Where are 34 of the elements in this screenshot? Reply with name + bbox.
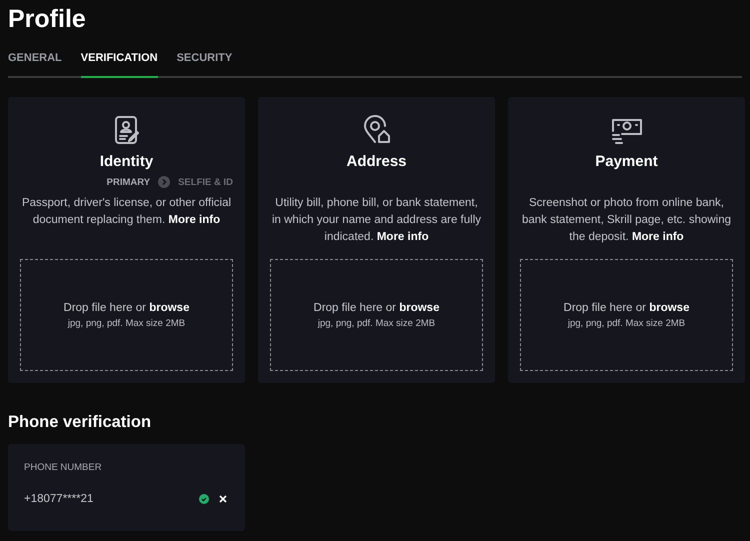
card-title: Identity: [100, 153, 154, 170]
tab[interactable]: SECURITY: [176, 46, 232, 78]
id-document-icon: [114, 115, 140, 145]
file-drop-zone[interactable]: Drop file here or browse jpg, png, pdf. Max size 2MB: [270, 259, 483, 371]
field-label: PHONE NUMBER: [24, 462, 103, 473]
card-description: Passport, driver's license, or other official document replacing them. More info: [20, 196, 232, 228]
tab[interactable]: VERIFICATION: [80, 46, 158, 78]
card-description: Utility bill, phone bill, or bank statement, in which your name and address are fully indicated. More info: [270, 196, 482, 245]
more-info-link[interactable]: More info: [632, 231, 684, 243]
page-title: Profile: [8, 4, 87, 34]
browse-link[interactable]: browse: [649, 302, 690, 314]
location-pin-home-icon: [362, 115, 392, 145]
card-description: Screenshot or photo from online bank, bank statement, Skrill page, etc. showing the deposit. More info: [520, 196, 732, 245]
card-title: Payment: [595, 153, 658, 170]
chevron-circle-icon: [158, 176, 170, 188]
step-label: PRIMARY: [106, 176, 150, 188]
file-hint: jpg, png, pdf. Max size 2MB: [68, 318, 186, 328]
drop-instruction: Drop file here or: [64, 302, 146, 314]
more-info-link[interactable]: More info: [376, 231, 429, 243]
phone-number: +18077****21: [24, 493, 94, 505]
file-drop-zone[interactable]: Drop file here or browse jpg, png, pdf. Max size 2MB: [520, 259, 733, 371]
more-info-link[interactable]: More info: [168, 214, 220, 226]
file-drop-zone[interactable]: Drop file here or browse jpg, png, pdf. Max size 2MB: [20, 259, 233, 371]
drop-instruction: Drop file here or: [314, 302, 396, 314]
browse-link[interactable]: browse: [149, 302, 190, 314]
step-label: SELFIE & ID: [178, 176, 233, 188]
card-title: Address: [346, 153, 407, 170]
section-heading: Phone verification: [8, 413, 152, 432]
file-hint: jpg, png, pdf. Max size 2MB: [568, 318, 686, 328]
drop-instruction: Drop file here or: [564, 302, 646, 314]
browse-link[interactable]: browse: [399, 302, 440, 314]
close-button[interactable]: [217, 493, 229, 505]
file-hint: jpg, png, pdf. Max size 2MB: [318, 318, 436, 328]
tab[interactable]: GENERAL: [8, 46, 62, 78]
